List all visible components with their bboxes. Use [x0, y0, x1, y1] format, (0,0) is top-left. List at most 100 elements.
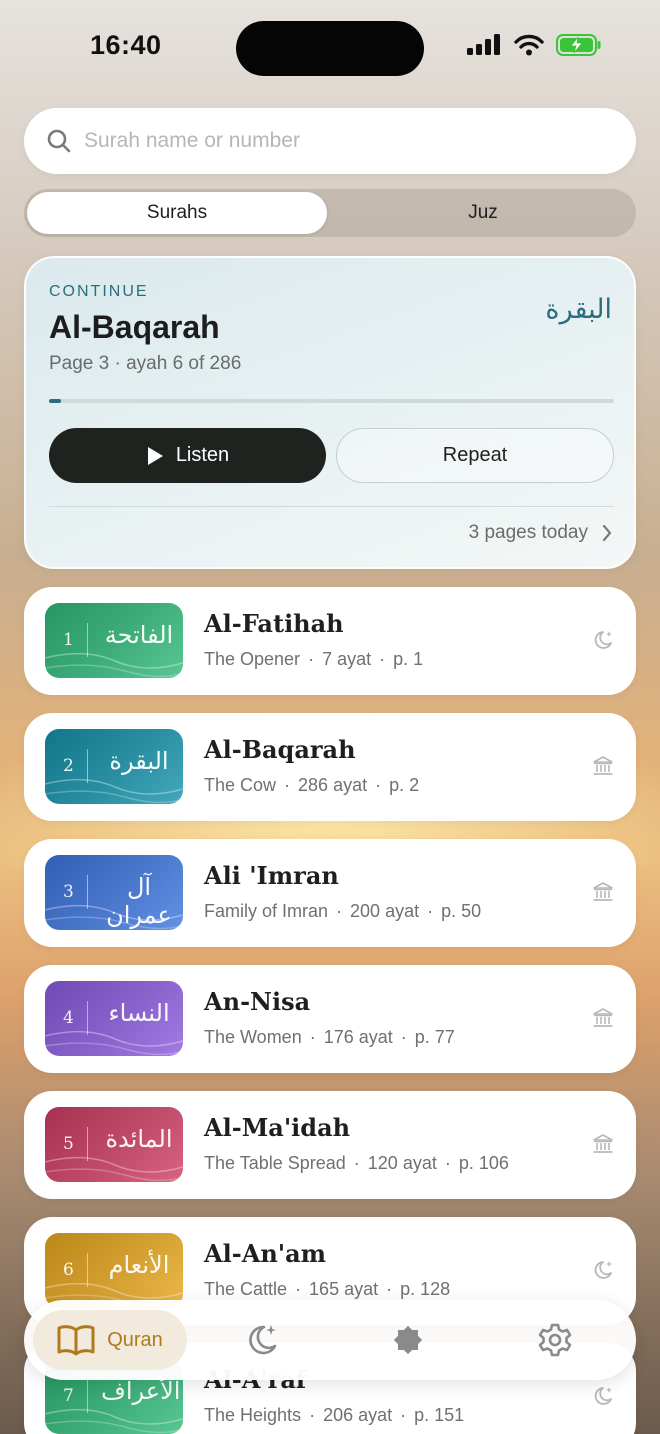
surah-thumbnail: 2 البقرة — [45, 729, 183, 804]
surah-number: 1 — [63, 630, 74, 650]
tab-night-prayers[interactable] — [242, 1320, 282, 1360]
surah-arabic-name: آل عمران — [106, 873, 172, 929]
surah-number: 7 — [63, 1386, 74, 1406]
pages-today-link[interactable]: 3 pages today — [469, 522, 612, 544]
surah-meaning: The Heights — [204, 1405, 302, 1425]
surah-meta: The Cow · 286 ayat · p. 2 — [204, 775, 419, 796]
surah-ayat-count: 206 ayat — [323, 1405, 393, 1425]
wifi-icon — [514, 34, 544, 56]
surah-ayat-count: 120 ayat — [367, 1153, 437, 1173]
meta-separator: · — [308, 649, 315, 669]
continue-surah-arabic: البقرة — [545, 294, 612, 325]
surah-row[interactable]: 3 آل عمران Ali 'Imran Family of Imran · 200 a… — [24, 839, 636, 947]
surah-row[interactable]: 5 المائدة Al-Ma'idah The Table Spread · 120 a… — [24, 1091, 636, 1199]
surah-thumbnail: 6 الأنعام — [45, 1233, 183, 1308]
moon-star-icon — [594, 1387, 612, 1405]
thumbnail-divider — [87, 623, 88, 657]
surah-page: p. 151 — [414, 1405, 465, 1425]
surah-thumbnail: 5 المائدة — [45, 1107, 183, 1182]
meta-separator: · — [336, 901, 343, 921]
dynamic-island — [236, 21, 424, 76]
meta-separator: · — [386, 1279, 393, 1299]
surah-ayat-count: 176 ayat — [323, 1027, 393, 1047]
status-icons — [466, 34, 602, 56]
repeat-button[interactable]: Repeat — [336, 428, 614, 483]
listen-label: Listen — [175, 444, 230, 466]
search-icon — [47, 129, 71, 153]
surah-arabic-name: الأنعام — [108, 1251, 170, 1279]
surah-row[interactable]: 2 البقرة Al-Baqarah The Cow · 286 ayat · p. 2 — [24, 713, 636, 821]
segment-juz[interactable]: Juz — [333, 192, 633, 234]
surah-number: 3 — [63, 882, 74, 902]
continue-label: CONTINUE — [49, 283, 149, 300]
tab-quran-label: Quran — [107, 1328, 163, 1351]
search-bar[interactable] — [24, 108, 636, 174]
surah-row[interactable]: 1 الفاتحة Al-Fatihah The Opener · 7 ayat · p. 1 — [24, 587, 636, 695]
status-time: 16:40 — [90, 30, 162, 60]
search-input[interactable] — [84, 108, 614, 174]
thumbnail-divider — [87, 749, 88, 783]
tab-explore[interactable] — [388, 1320, 428, 1360]
revelation-type — [592, 1133, 614, 1159]
surah-number: 5 — [63, 1134, 74, 1154]
thumbnail-divider — [87, 1253, 88, 1287]
surah-meta: The Table Spread · 120 ayat · p. 106 — [204, 1153, 509, 1174]
meta-separator: · — [379, 649, 386, 669]
reading-progress-fill — [49, 399, 61, 403]
meta-separator: · — [375, 775, 382, 795]
surah-arabic-name: النساء — [108, 999, 170, 1027]
eight-point-star-icon — [393, 1325, 423, 1355]
continue-position: Page 3 · ayah 6 of 286 — [49, 353, 242, 374]
meta-separator: · — [400, 1027, 407, 1047]
segment-surahs[interactable]: Surahs — [27, 192, 327, 234]
status-bar: 16:40 — [0, 0, 660, 96]
surah-ayat-count: 286 ayat — [298, 775, 368, 795]
surah-name: Al-Baqarah — [204, 735, 356, 764]
revelation-type — [592, 1259, 614, 1285]
building-columns-icon — [593, 882, 613, 901]
surah-arabic-name: المائدة — [105, 1125, 173, 1153]
surah-thumbnail: 3 آل عمران — [45, 855, 183, 930]
building-columns-icon — [593, 756, 613, 775]
meta-separator: · — [295, 1279, 302, 1299]
revelation-type — [592, 629, 614, 655]
reading-progress-bar — [49, 399, 614, 403]
surah-arabic-name: الأعراف — [101, 1377, 181, 1405]
surah-name: An-Nisa — [204, 987, 311, 1016]
listen-button[interactable]: Listen — [49, 428, 326, 483]
surah-name: Al-Fatihah — [204, 609, 344, 638]
meta-separator: · — [444, 1153, 451, 1173]
chevron-right-icon — [602, 525, 612, 541]
surah-thumbnail: 1 الفاتحة — [45, 603, 183, 678]
divider — [49, 506, 614, 507]
tab-settings[interactable] — [535, 1320, 575, 1360]
surah-ayat-count: 165 ayat — [309, 1279, 379, 1299]
surah-meta: The Cattle · 165 ayat · p. 128 — [204, 1279, 450, 1300]
surah-meaning: The Cattle — [204, 1279, 288, 1299]
repeat-label: Repeat — [442, 444, 508, 466]
tab-bar: Quran — [24, 1300, 636, 1380]
surah-meta: The Women · 176 ayat · p. 77 — [204, 1027, 455, 1048]
play-icon — [147, 446, 163, 465]
building-columns-icon — [593, 1008, 613, 1027]
tab-quran[interactable]: Quran — [33, 1310, 187, 1370]
thumbnail-divider — [87, 1127, 88, 1161]
surah-row[interactable]: 4 النساء An-Nisa The Women · 176 ayat · p. 77 — [24, 965, 636, 1073]
moon-star-icon — [594, 631, 612, 649]
surah-ayat-count: 200 ayat — [350, 901, 420, 921]
surah-arabic-name: الفاتحة — [104, 621, 174, 649]
surah-meaning: The Women — [204, 1027, 302, 1047]
meta-separator: · — [353, 1153, 360, 1173]
surah-meaning: The Cow — [204, 775, 277, 795]
surah-name: Ali 'Imran — [204, 861, 339, 890]
continue-surah-title: Al-Baqarah — [49, 309, 220, 345]
meta-separator: · — [427, 901, 434, 921]
surah-page: p. 50 — [441, 901, 482, 921]
continue-reading-card[interactable]: CONTINUE Al-Baqarah البقرة Page 3 · ayah… — [24, 256, 636, 569]
surah-meaning: The Table Spread — [204, 1153, 346, 1173]
surah-number: 4 — [63, 1008, 74, 1028]
revelation-type — [592, 1007, 614, 1033]
surah-meaning: Family of Imran — [204, 901, 329, 921]
meta-separator: · — [309, 1027, 316, 1047]
pages-today-label: 3 pages today — [468, 522, 588, 543]
